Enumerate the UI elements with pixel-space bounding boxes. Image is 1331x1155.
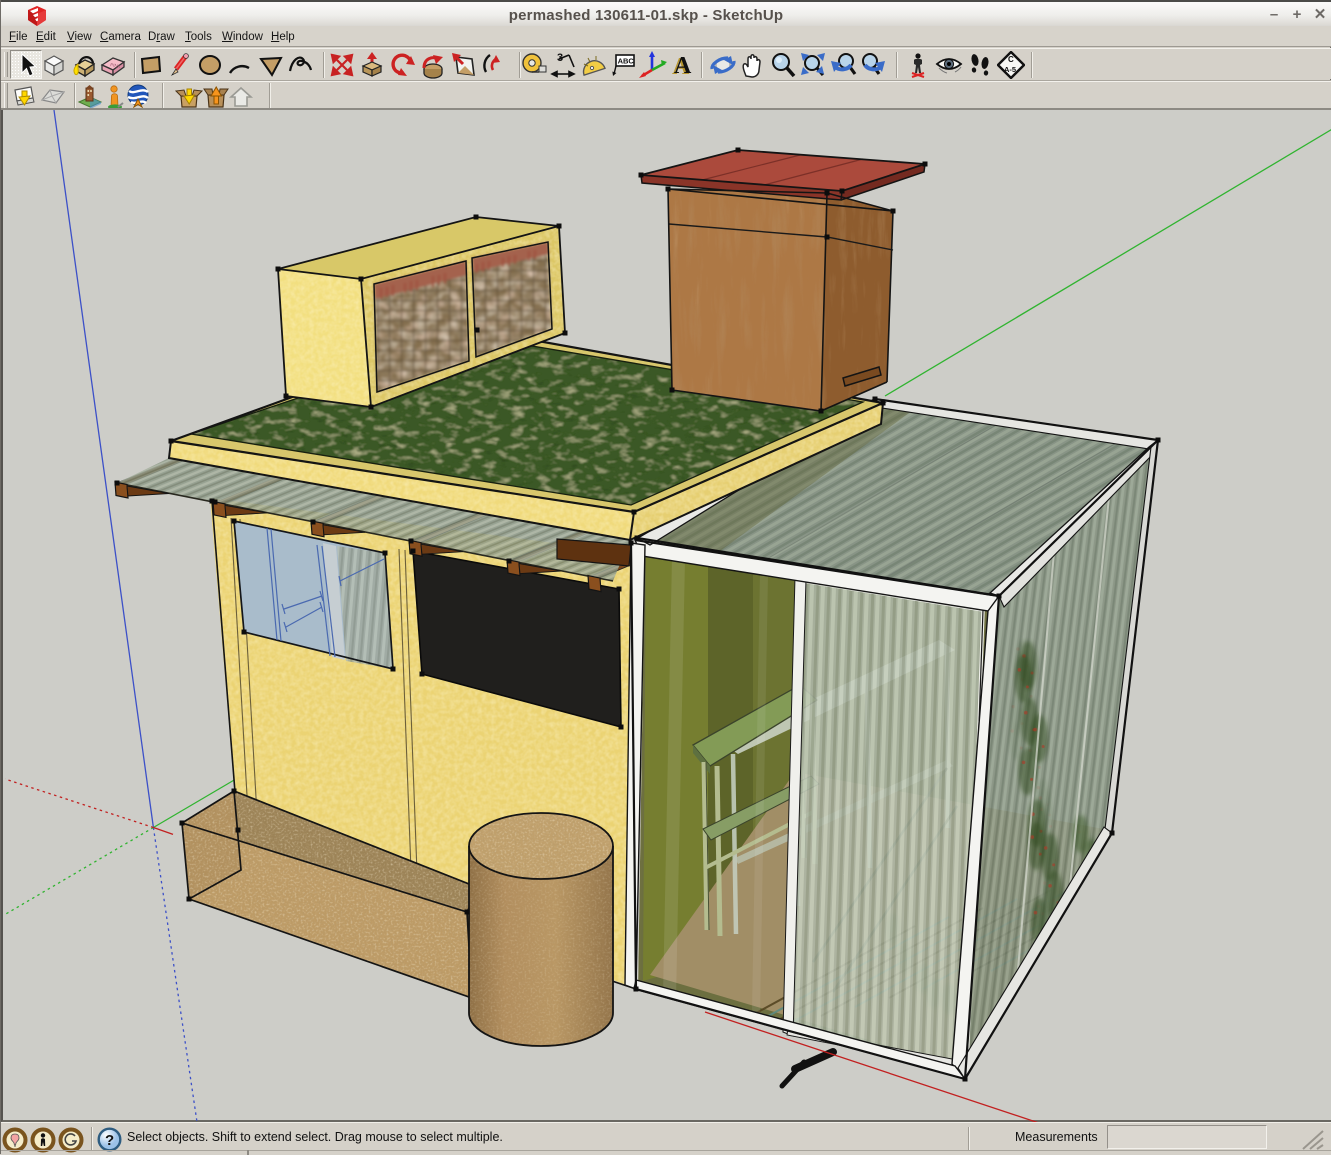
svg-text:?: ? (105, 1132, 114, 1149)
svg-text:C: C (1008, 55, 1014, 64)
svg-text:A-5: A-5 (1004, 65, 1016, 74)
svg-text:ABC: ABC (618, 57, 635, 66)
svg-text:A: A (674, 53, 692, 79)
svg-text:3: 3 (557, 52, 563, 64)
